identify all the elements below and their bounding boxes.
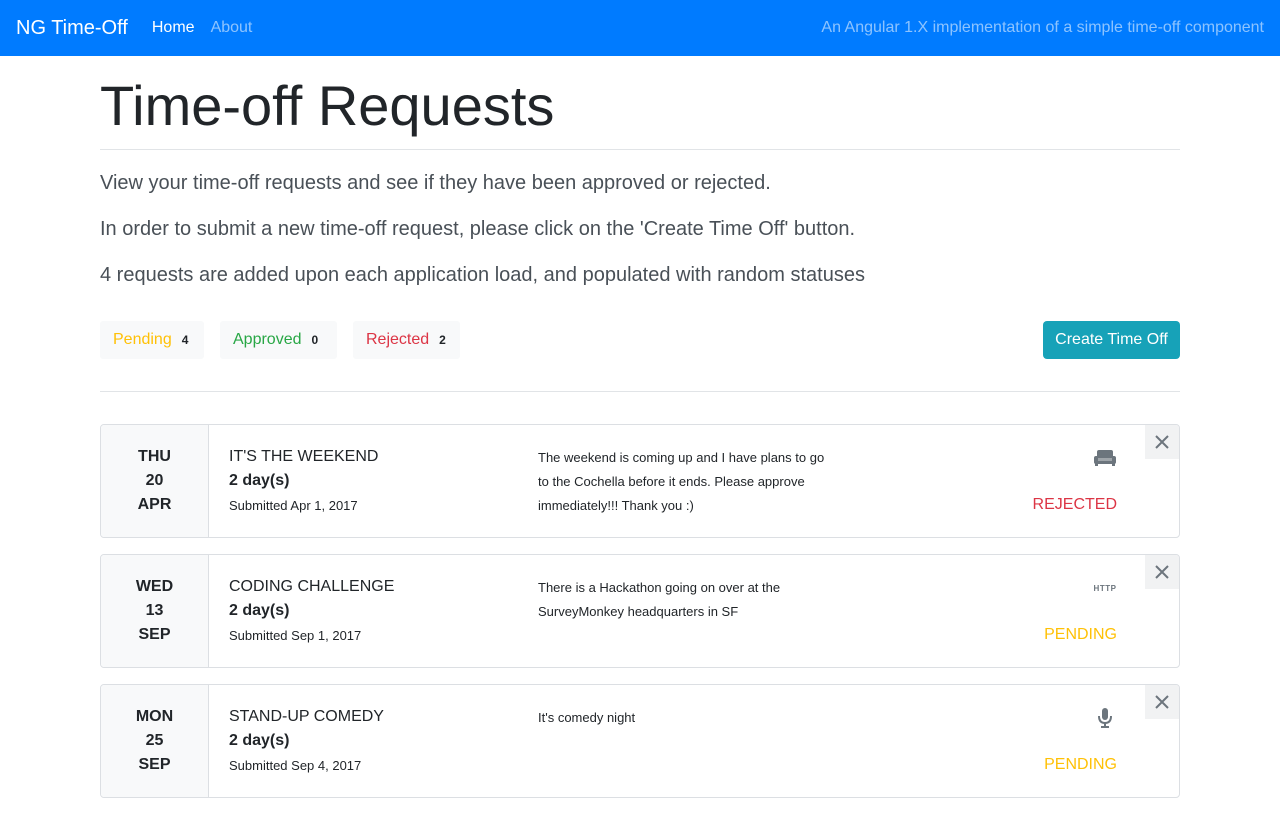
filter-approved[interactable]: Approved 0	[220, 321, 337, 359]
http-icon: HTTP	[1091, 575, 1119, 601]
intro-text: View your time-off requests and see if t…	[100, 172, 771, 194]
request-card: WED 13 SEP CODING CHALLENGE 2 day(s) Sub…	[100, 554, 1180, 668]
request-date: THU 20 APR	[101, 425, 209, 537]
request-date: MON 25 SEP	[101, 685, 209, 797]
request-title: IT'S THE WEEKEND	[229, 448, 379, 465]
close-button[interactable]	[1145, 425, 1179, 459]
request-month: SEP	[138, 756, 171, 773]
microphone-icon	[1091, 705, 1119, 731]
nav-link-home[interactable]: Home	[152, 19, 195, 37]
filter-pending-label: Pending	[113, 331, 172, 348]
request-duration: 2 day(s)	[229, 472, 290, 489]
divider	[100, 391, 1180, 392]
status-badge: PENDING	[1044, 626, 1117, 643]
filter-pending-count: 4	[181, 333, 189, 347]
main-content: Time-off Requests View your time-off req…	[100, 56, 1180, 814]
couch-icon	[1091, 445, 1119, 471]
http-icon-label: HTTP	[1093, 583, 1117, 593]
close-icon	[1155, 565, 1169, 579]
filter-rejected-label: Rejected	[366, 331, 430, 348]
request-title: CODING CHALLENGE	[229, 578, 395, 595]
request-submitted-date: Submitted Sep 1, 2017	[229, 628, 362, 643]
close-icon	[1155, 435, 1169, 449]
request-weekday: WED	[135, 578, 174, 595]
filter-approved-label: Approved	[233, 331, 302, 348]
request-month: SEP	[138, 626, 171, 643]
request-card: MON 25 SEP STAND-UP COMEDY 2 day(s) Subm…	[100, 684, 1180, 798]
filter-rejected[interactable]: Rejected 2	[353, 321, 460, 359]
status-filters: Pending 4 Approved 0 Rejected 2 Create T…	[100, 321, 1180, 359]
request-duration: 2 day(s)	[229, 602, 290, 619]
filter-rejected-count: 2	[439, 333, 446, 347]
instructions-text: In order to submit a new time-off reques…	[100, 218, 856, 240]
request-card: THU 20 APR IT'S THE WEEKEND 2 day(s) Sub…	[100, 424, 1180, 538]
brand-logo[interactable]: NG Time-Off	[16, 17, 128, 40]
request-weekday: MON	[135, 708, 174, 725]
request-description: It's comedy night	[538, 710, 636, 725]
close-button[interactable]	[1145, 685, 1179, 719]
page-title: Time-off Requests	[100, 74, 555, 137]
filter-approved-count: 0	[311, 333, 319, 347]
request-weekday: THU	[138, 448, 171, 465]
request-duration: 2 day(s)	[229, 732, 290, 749]
request-description: There is a Hackathon going on over at th…	[538, 580, 781, 619]
request-title: STAND-UP COMEDY	[229, 708, 384, 725]
request-month: APR	[137, 496, 172, 513]
request-submitted-date: Submitted Sep 4, 2017	[229, 758, 362, 773]
close-icon	[1155, 695, 1169, 709]
filter-pending[interactable]: Pending 4	[100, 321, 204, 359]
status-badge: REJECTED	[1032, 496, 1117, 513]
close-button[interactable]	[1145, 555, 1179, 589]
request-day: 20	[145, 472, 164, 489]
nav-tagline: An Angular 1.X implementation of a simpl…	[821, 19, 1264, 36]
info-text: 4 requests are added upon each applicati…	[100, 264, 865, 286]
request-list: THU 20 APR IT'S THE WEEKEND 2 day(s) Sub…	[100, 424, 1180, 798]
nav-link-about[interactable]: About	[211, 19, 253, 37]
create-time-off-button[interactable]: Create Time Off	[1043, 321, 1180, 359]
request-description: The weekend is coming up and I have plan…	[538, 450, 825, 513]
request-submitted-date: Submitted Apr 1, 2017	[229, 498, 358, 513]
request-day: 13	[145, 602, 164, 619]
request-date: WED 13 SEP	[101, 555, 209, 667]
request-day: 25	[145, 732, 164, 749]
divider	[100, 149, 1180, 150]
navbar: NG Time-Off Home About An Angular 1.X im…	[0, 0, 1280, 56]
status-badge: PENDING	[1044, 756, 1117, 773]
